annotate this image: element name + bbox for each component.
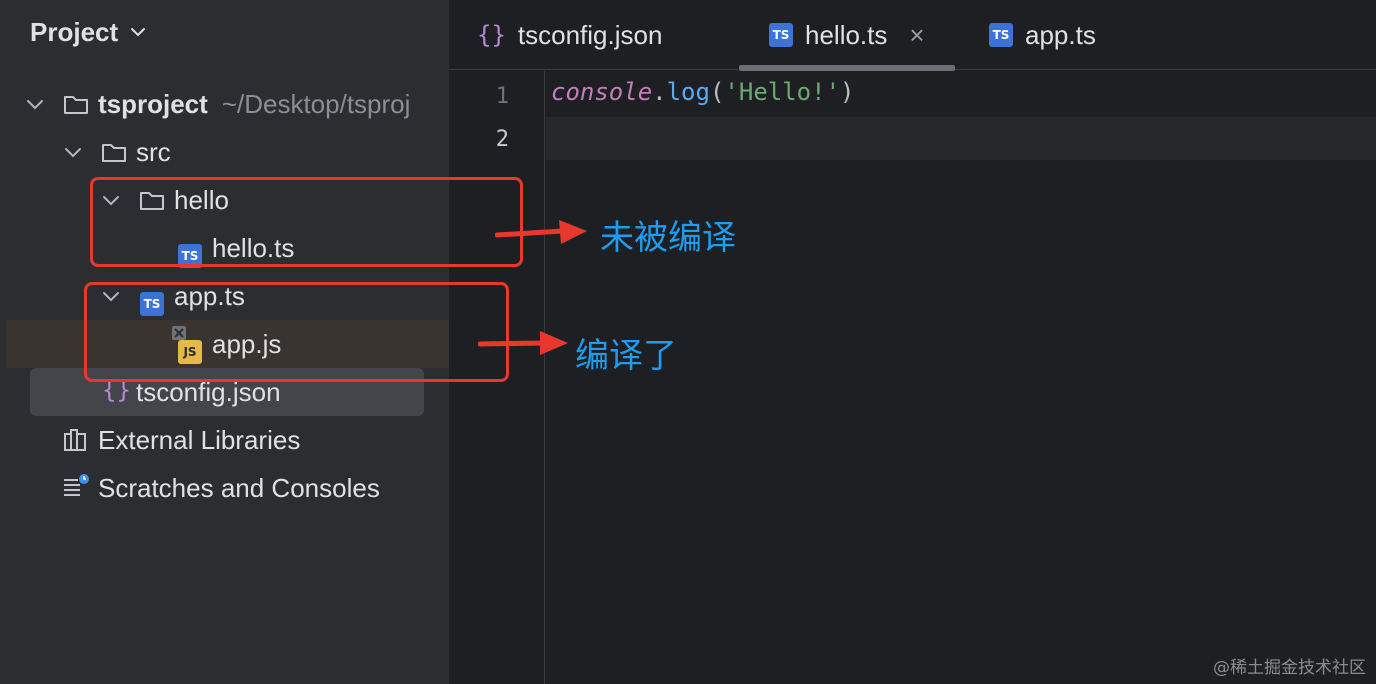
annotation-box-app bbox=[84, 282, 509, 382]
tree-item-label: External Libraries bbox=[98, 424, 301, 455]
code-method: log bbox=[666, 78, 710, 106]
scratches-icon bbox=[64, 474, 89, 496]
line-number: 2 bbox=[495, 127, 509, 152]
code-string: 'Hello!' bbox=[724, 78, 841, 106]
chevron-down-icon[interactable] bbox=[24, 93, 46, 115]
project-path: ~/Desktop/tsproj bbox=[221, 88, 411, 119]
tree-item-label: tsproject ~/Desktop/tsproj bbox=[98, 89, 410, 120]
line-number: 1 bbox=[495, 84, 509, 109]
annotation-box-hello bbox=[90, 177, 523, 267]
project-panel-header[interactable]: Project bbox=[30, 12, 148, 52]
tab-app-ts[interactable]: TS app.ts bbox=[989, 0, 1096, 70]
ts-file-icon: TS bbox=[769, 23, 793, 47]
panel-title: Project bbox=[30, 16, 119, 47]
ide-window: Project tsproject ~/Desktop/tsproj src h… bbox=[0, 0, 1376, 684]
code-dot: . bbox=[652, 78, 667, 106]
tree-item-external-libraries[interactable]: External Libraries bbox=[0, 416, 449, 464]
code-object: console bbox=[551, 78, 653, 106]
tree-item-tsproject[interactable]: tsproject ~/Desktop/tsproj bbox=[0, 80, 449, 128]
tree-item-src[interactable]: src bbox=[0, 128, 449, 176]
ts-file-icon: TS bbox=[989, 23, 1013, 47]
folder-icon bbox=[64, 96, 88, 114]
annotation-not-compiled: 未被编译 bbox=[600, 218, 736, 258]
tree-item-label: Scratches and Consoles bbox=[98, 472, 380, 503]
code-paren-close: ) bbox=[840, 78, 855, 106]
tab-label: app.ts bbox=[1025, 19, 1096, 50]
tab-label: tsconfig.json bbox=[517, 19, 663, 50]
arrow-right-icon bbox=[478, 331, 568, 355]
annotation-compiled: 编译了 bbox=[575, 336, 677, 376]
tree-item-scratches[interactable]: Scratches and Consoles bbox=[0, 464, 449, 512]
chevron-down-icon[interactable] bbox=[128, 22, 148, 42]
editor-tab-bar: {} tsconfig.json TS hello.ts × TS app.ts bbox=[449, 0, 1376, 71]
tab-hello-ts[interactable]: TS hello.ts × bbox=[739, 0, 955, 71]
code-paren-open: ( bbox=[709, 78, 725, 106]
arrow-right-icon bbox=[495, 220, 587, 244]
library-icon bbox=[64, 429, 86, 451]
tree-item-label: src bbox=[136, 136, 171, 167]
project-name: tsproject bbox=[98, 88, 208, 119]
tab-label: hello.ts bbox=[805, 19, 888, 50]
folder-icon bbox=[102, 144, 126, 162]
close-icon[interactable]: × bbox=[909, 20, 924, 51]
json-icon: {} bbox=[477, 21, 506, 49]
tab-tsconfig-json[interactable]: {} tsconfig.json bbox=[477, 0, 662, 70]
code-line-1[interactable]: console.log('Hello!') bbox=[551, 78, 854, 106]
chevron-down-icon[interactable] bbox=[62, 141, 84, 163]
current-line-highlight[interactable] bbox=[546, 117, 1376, 160]
watermark: @稀土掘金技术社区 bbox=[1213, 658, 1366, 678]
